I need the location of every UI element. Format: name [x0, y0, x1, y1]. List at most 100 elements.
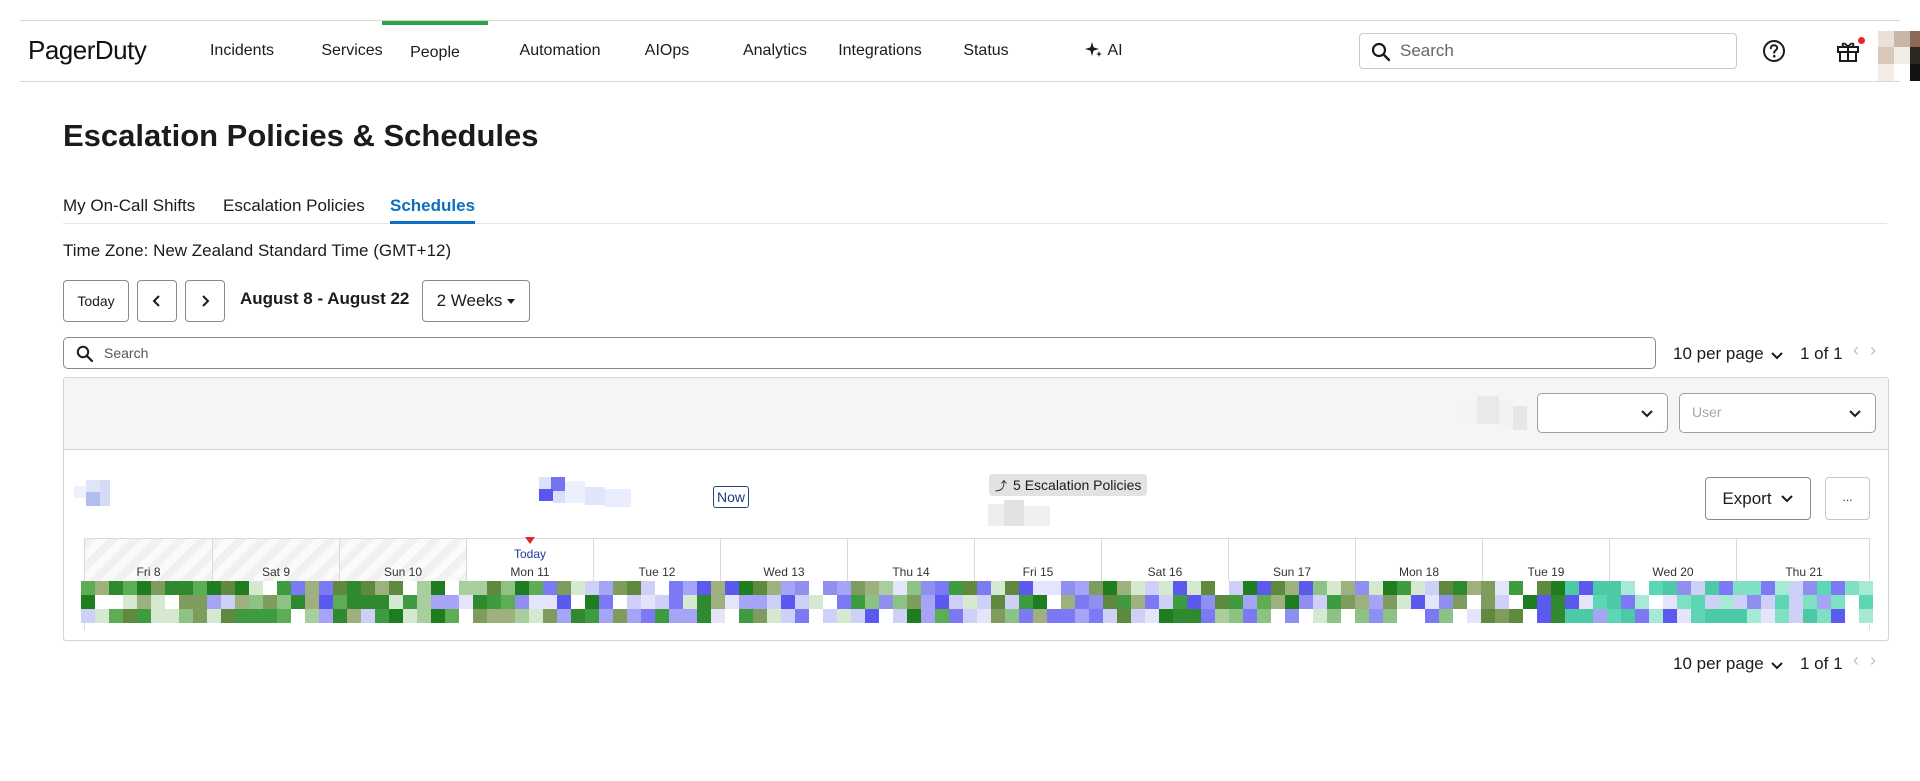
export-button[interactable]: Export	[1705, 477, 1811, 520]
shift-bar-cell	[991, 609, 1005, 623]
tab-schedules[interactable]: Schedules	[390, 196, 476, 224]
shift-bar-cell	[1775, 595, 1789, 609]
nav-aiops[interactable]: AIOps	[605, 21, 729, 81]
shift-bar-cell	[151, 581, 165, 595]
next-period-button[interactable]	[185, 280, 225, 322]
global-search-input[interactable]	[1400, 34, 1730, 68]
schedule-search-input[interactable]	[104, 338, 1644, 368]
shift-bar-cell	[1537, 581, 1551, 595]
nav-incidents[interactable]: Incidents	[180, 21, 304, 81]
shift-bar-cell	[767, 581, 781, 595]
shift-bar-cell	[1593, 609, 1607, 623]
shift-bar-cell	[277, 595, 291, 609]
nav-ai[interactable]: AI	[1064, 21, 1144, 81]
shift-bar-cell	[249, 595, 263, 609]
day-column: Mon 18	[1356, 539, 1483, 581]
nav-automation[interactable]: Automation	[498, 21, 622, 81]
shift-bar-cell	[263, 609, 277, 623]
shift-bar-cell	[291, 609, 305, 623]
shift-bar-cell	[1271, 581, 1285, 595]
shift-bar-cell	[1635, 609, 1649, 623]
day-column: Tue 12	[594, 539, 721, 581]
shift-bar-cell	[1523, 609, 1537, 623]
schedule-search[interactable]	[63, 337, 1656, 369]
per-page-select-top[interactable]: 10 per page	[1673, 344, 1784, 364]
shift-bar-cell	[1439, 581, 1453, 595]
shift-bar-cell	[473, 609, 487, 623]
shift-bar-cell	[837, 581, 851, 595]
shift-bar-cell	[711, 609, 725, 623]
shift-bar-cell	[641, 609, 655, 623]
global-search[interactable]	[1359, 33, 1737, 69]
shift-bar-cell	[557, 609, 571, 623]
shift-bar-cell	[781, 609, 795, 623]
filter-select[interactable]	[1537, 393, 1668, 433]
shift-bar-cell	[1593, 595, 1607, 609]
shift-bar-cell	[193, 595, 207, 609]
period-dropdown[interactable]: 2 Weeks	[422, 280, 530, 322]
pagerduty-logo[interactable]: PagerDuty	[28, 35, 147, 66]
shift-bar-cell	[1103, 595, 1117, 609]
avatar[interactable]	[1878, 31, 1920, 81]
notification-dot	[1858, 37, 1865, 44]
next-page-icon[interactable]: ›	[1870, 650, 1876, 671]
search-icon	[1371, 42, 1391, 62]
page-title: Escalation Policies & Schedules	[63, 118, 539, 153]
shift-bar-cell	[669, 595, 683, 609]
shift-bar-cell	[683, 581, 697, 595]
shift-bar-cell	[1467, 609, 1481, 623]
shift-bar-cell	[305, 609, 319, 623]
now-marker	[525, 537, 535, 544]
shift-bar-cell	[1691, 609, 1705, 623]
shift-bar-cell	[1831, 595, 1845, 609]
shift-bar-cell	[417, 595, 431, 609]
shift-bar-cell	[585, 581, 599, 595]
nav-status[interactable]: Status	[924, 21, 1048, 81]
nav-people[interactable]: People	[382, 21, 488, 81]
shift-bar-cell	[1803, 609, 1817, 623]
prev-page-icon[interactable]: ‹	[1853, 650, 1859, 671]
shift-bar-cell	[1691, 581, 1705, 595]
shift-bar-cell	[1159, 609, 1173, 623]
shift-bar-cell	[1201, 595, 1215, 609]
shift-bar-cell	[1467, 581, 1481, 595]
shift-bar-cell	[501, 581, 515, 595]
shift-bar-cell	[123, 609, 137, 623]
shift-bar-cell	[1285, 609, 1299, 623]
more-options-button[interactable]: ...	[1825, 477, 1870, 520]
shift-bar-cell	[305, 595, 319, 609]
shift-bar-cell	[1383, 581, 1397, 595]
shift-bar-cell	[1817, 581, 1831, 595]
prev-page-icon[interactable]: ‹	[1853, 340, 1859, 361]
escalation-policies-label: 5 Escalation Policies	[1013, 477, 1142, 493]
today-button[interactable]: Today	[63, 280, 129, 322]
shift-bar-cell	[403, 609, 417, 623]
shift-bar-cell	[1341, 581, 1355, 595]
gift-icon[interactable]	[1835, 38, 1861, 64]
shift-bar-cell	[1733, 609, 1747, 623]
shift-bar-cell	[361, 581, 375, 595]
next-page-icon[interactable]: ›	[1870, 340, 1876, 361]
shift-bar-cell	[851, 609, 865, 623]
shift-bar-cell	[1551, 609, 1565, 623]
per-page-select-bottom[interactable]: 10 per page	[1673, 654, 1784, 674]
shift-bar-cell	[627, 581, 641, 595]
shift-bar-cell	[1257, 609, 1271, 623]
shift-bar-cell	[1047, 595, 1061, 609]
help-icon[interactable]	[1761, 38, 1787, 64]
shift-bar-cell	[347, 609, 361, 623]
shift-bar-cell	[1313, 609, 1327, 623]
shift-bar-cell	[1173, 581, 1187, 595]
user-filter-select[interactable]: User	[1679, 393, 1876, 433]
shift-bar-cell	[1663, 595, 1677, 609]
previous-period-button[interactable]	[137, 280, 177, 322]
shift-bar-cell	[1019, 609, 1033, 623]
shift-bar-cell	[1495, 609, 1509, 623]
shift-bar-cell	[1355, 581, 1369, 595]
shift-bar-cell	[1621, 595, 1635, 609]
tab-escalation-policies[interactable]: Escalation Policies	[223, 196, 365, 224]
shift-bar-cell	[1075, 595, 1089, 609]
escalation-policies-badge[interactable]: ⤴ 5 Escalation Policies	[989, 474, 1148, 496]
shift-bar-cell	[1425, 595, 1439, 609]
tab-my-on-call-shifts[interactable]: My On-Call Shifts	[63, 196, 195, 224]
